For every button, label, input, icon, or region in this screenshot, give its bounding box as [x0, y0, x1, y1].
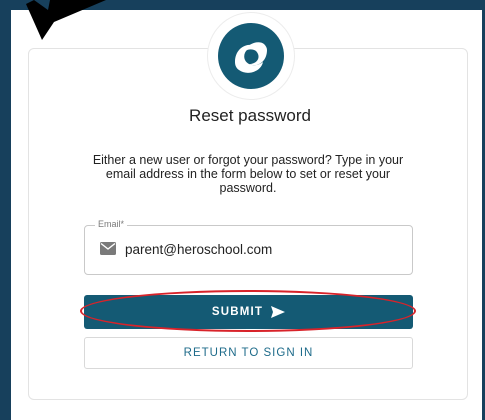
page-title: Reset password: [189, 106, 311, 125]
wave-logo-icon: [218, 23, 284, 89]
email-field[interactable]: Email* parent@heroschool.com: [84, 219, 413, 275]
send-arrow-icon: [271, 306, 286, 318]
brand-logo: [208, 13, 294, 99]
mail-icon: [100, 242, 116, 255]
submit-button-label: SUBMIT: [211, 306, 264, 318]
email-input-value[interactable]: parent@heroschool.com: [125, 242, 272, 257]
return-to-sign-in-button[interactable]: RETURN TO SIGN IN: [84, 337, 413, 369]
return-to-sign-in-label: RETURN TO SIGN IN: [183, 347, 314, 359]
email-field-label: Email*: [95, 219, 128, 229]
submit-button[interactable]: SUBMIT: [84, 295, 413, 329]
instructions-text: Either a new user or forgot your passwor…: [92, 153, 404, 195]
